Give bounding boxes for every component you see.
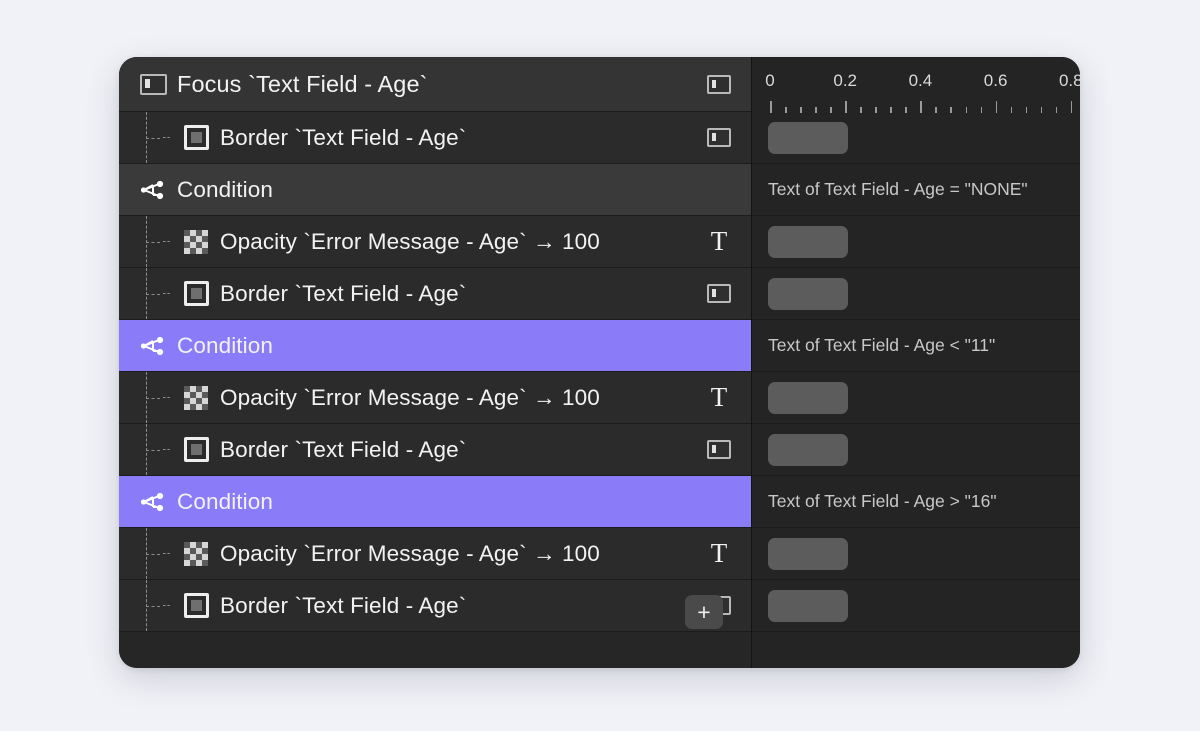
frame-icon[interactable] <box>703 68 735 100</box>
text-T-icon: T <box>710 382 728 412</box>
action-row[interactable]: Border `Text Field - Age` <box>119 580 751 632</box>
timeline-clip-row[interactable] <box>752 216 1080 268</box>
timeline-clip-row[interactable] <box>752 580 1080 632</box>
row-icon-slot <box>133 334 173 358</box>
tree-indent-guide <box>119 372 176 423</box>
tree-indent-guide <box>119 112 176 163</box>
timeline-clip[interactable] <box>768 381 848 414</box>
action-label: Border `Text Field - Age` <box>220 124 467 150</box>
action-row[interactable]: Border `Text Field - Age` <box>119 424 751 476</box>
timeline-clip[interactable] <box>768 225 848 258</box>
condition-row[interactable]: Condition <box>119 320 751 372</box>
timeline-clip-row[interactable] <box>752 268 1080 320</box>
frame-icon <box>133 73 173 95</box>
action-label: Opacity `Error Message - Age` → 100 <box>220 384 600 410</box>
timeline-condition-row[interactable]: Text of Text Field - Age = "NONE" <box>752 164 1080 216</box>
condition-label: Condition <box>177 332 273 358</box>
ruler-tick-label: 0 <box>765 71 775 90</box>
action-label: Border `Text Field - Age` <box>220 436 467 462</box>
condition-row[interactable]: Condition <box>119 476 751 528</box>
border-square-icon <box>183 593 209 618</box>
timeline-clip-row[interactable] <box>752 424 1080 476</box>
action-row[interactable]: Opacity `Error Message - Age` → 100 T <box>119 216 751 268</box>
branch-icon <box>140 490 166 514</box>
tree-indent-guide <box>119 424 176 475</box>
timeline-track-area: 0 0.2 0.4 0.6 0.8 Text of Text Field - Age =… <box>752 57 1080 668</box>
branch-icon <box>140 178 166 202</box>
tree-indent-guide <box>119 216 176 267</box>
ruler-tick-label: 0.2 <box>833 71 858 90</box>
tree-indent-guide <box>119 528 176 579</box>
timeline-ruler[interactable]: 0 0.2 0.4 0.6 0.8 <box>752 57 1080 113</box>
timeline-clip[interactable] <box>768 589 848 622</box>
timeline-rows: Text of Text Field - Age = "NONE" Text of… <box>752 112 1080 632</box>
timeline-clip-row[interactable] <box>752 528 1080 580</box>
frame-icon <box>707 284 731 303</box>
condition-label: Condition <box>177 488 273 514</box>
action-row[interactable]: Opacity `Error Message - Age` → 100 T <box>119 372 751 424</box>
border-square-icon <box>183 281 209 306</box>
frame-icon[interactable] <box>703 278 735 310</box>
condition-expression: Text of Text Field - Age < "11" <box>768 335 996 355</box>
timeline-clip[interactable] <box>768 121 848 154</box>
tree-row-list: Border `Text Field - Age` Condition Opacit… <box>119 112 751 632</box>
timeline-clip-row[interactable] <box>752 112 1080 164</box>
frame-icon[interactable] <box>703 122 735 154</box>
action-label: Opacity `Error Message - Age` → 100 <box>220 228 600 254</box>
ruler-tick-label: 0.4 <box>908 71 933 90</box>
timeline-panel: Focus `Text Field - Age` Border `Text Fi… <box>119 57 1080 668</box>
action-row[interactable]: Opacity `Error Message - Age` → 100 T <box>119 528 751 580</box>
row-icon-slot <box>133 490 173 514</box>
row-icon-slot <box>176 229 216 254</box>
layer-tree: Focus `Text Field - Age` Border `Text Fi… <box>119 57 752 668</box>
row-icon-slot <box>176 385 216 410</box>
action-label: Border `Text Field - Age` <box>220 592 467 618</box>
timeline-clip[interactable] <box>768 277 848 310</box>
timeline-clip[interactable] <box>768 433 848 466</box>
opacity-checker-icon <box>184 541 208 566</box>
tree-indent-guide <box>119 268 176 319</box>
row-icon-slot <box>176 541 216 566</box>
condition-row[interactable]: Condition <box>119 164 751 216</box>
row-icon-slot <box>176 125 216 150</box>
branch-icon <box>140 334 166 358</box>
action-label: Border `Text Field - Age` <box>220 280 467 306</box>
action-row[interactable]: Border `Text Field - Age` <box>119 268 751 320</box>
timeline-clip-row[interactable] <box>752 372 1080 424</box>
condition-expression: Text of Text Field - Age = "NONE" <box>768 179 1028 199</box>
tree-header-label: Focus `Text Field - Age` <box>177 70 428 97</box>
tree-indent-guide <box>119 580 176 631</box>
ruler-tick-label: 0.8 <box>1058 71 1080 90</box>
tree-header-row[interactable]: Focus `Text Field - Age` <box>119 57 751 112</box>
text-T-icon: T <box>710 538 728 568</box>
timeline-clip[interactable] <box>768 537 848 570</box>
text-T-icon: T <box>710 226 728 256</box>
border-square-icon <box>183 125 209 150</box>
text-T-icon[interactable]: T <box>703 382 735 414</box>
action-row[interactable]: Border `Text Field - Age` <box>119 112 751 164</box>
opacity-checker-icon <box>184 229 208 254</box>
add-action-button[interactable]: + <box>685 595 723 629</box>
ruler-tick-label: 0.6 <box>983 71 1008 90</box>
opacity-checker-icon <box>184 385 208 410</box>
text-T-icon[interactable]: T <box>703 226 735 258</box>
text-T-icon[interactable]: T <box>703 538 735 570</box>
timeline-condition-row[interactable]: Text of Text Field - Age < "11" <box>752 320 1080 372</box>
row-icon-slot <box>133 178 173 202</box>
condition-label: Condition <box>177 176 273 202</box>
row-icon-slot <box>176 593 216 618</box>
frame-icon <box>707 440 731 459</box>
ruler-ticks <box>752 99 1080 113</box>
row-icon-slot <box>176 437 216 462</box>
condition-expression: Text of Text Field - Age > "16" <box>768 491 997 511</box>
frame-icon[interactable] <box>703 434 735 466</box>
action-label: Opacity `Error Message - Age` → 100 <box>220 540 600 566</box>
timeline-condition-row[interactable]: Text of Text Field - Age > "16" <box>752 476 1080 528</box>
border-square-icon <box>183 437 209 462</box>
frame-icon <box>707 128 731 147</box>
row-icon-slot <box>176 281 216 306</box>
